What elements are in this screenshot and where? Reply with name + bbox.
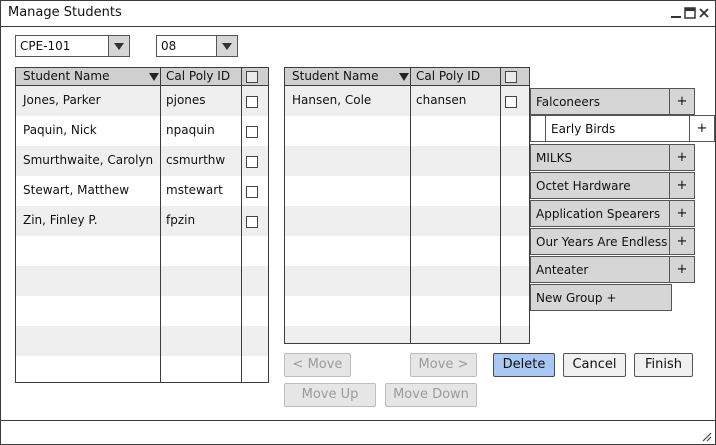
move-left-button[interactable]: < Move (284, 353, 351, 377)
table-row[interactable]: Stewart, Matthew mstewart (16, 176, 268, 206)
add-to-group-button[interactable]: + (669, 229, 694, 254)
add-to-group-button[interactable]: + (669, 89, 694, 114)
empty-row (285, 176, 529, 206)
group-item-octet-hardware[interactable]: Octet Hardware + (530, 172, 695, 199)
group-item-early-birds[interactable]: Early Birds + (530, 115, 715, 142)
finish-button[interactable]: Finish (634, 353, 693, 377)
header-cal-poly-id[interactable]: Cal Poly ID (166, 68, 230, 85)
empty-row (16, 266, 268, 296)
student-id-cell: chansen (416, 93, 467, 107)
group-members-table: Hansen, Cole chansen Student Name Cal Po… (284, 67, 530, 344)
group-item-our-years-are-endless[interactable]: Our Years Are Endless + (530, 228, 695, 255)
row-checkbox[interactable] (246, 186, 258, 198)
student-name-cell: Paquin, Nick (23, 123, 97, 137)
table-header: Student Name Cal Poly ID (16, 68, 268, 86)
minimize-icon[interactable] (670, 7, 682, 19)
add-to-group-button[interactable]: + (669, 173, 694, 198)
group-label: MILKS (536, 151, 573, 165)
header-student-name[interactable]: Student Name (23, 68, 109, 85)
empty-row (285, 266, 529, 296)
student-id-cell: npaquin (166, 123, 215, 137)
group-label: Octet Hardware (536, 179, 631, 193)
select-all-checkbox[interactable] (505, 71, 517, 83)
move-up-button[interactable]: Move Up (284, 383, 376, 407)
section-select[interactable]: 08 (156, 35, 238, 57)
empty-row (16, 356, 268, 382)
empty-row (285, 236, 529, 266)
student-name-cell: Stewart, Matthew (23, 183, 130, 197)
add-to-group-button[interactable]: + (669, 257, 694, 282)
table-row[interactable]: Hansen, Cole chansen (285, 86, 529, 116)
move-down-button[interactable]: Move Down (385, 383, 477, 407)
move-right-button[interactable]: Move > (410, 353, 477, 377)
close-icon[interactable] (698, 7, 710, 19)
row-checkbox[interactable] (246, 96, 258, 108)
empty-row (285, 116, 529, 146)
sort-desc-icon[interactable] (149, 73, 159, 81)
student-name-cell: Jones, Parker (23, 93, 101, 107)
group-label: Anteater (536, 263, 589, 277)
new-group-label: New Group + (536, 291, 617, 305)
cancel-button[interactable]: Cancel (563, 353, 626, 377)
empty-row (285, 326, 529, 343)
sort-desc-icon[interactable] (399, 73, 409, 81)
chevron-down-icon[interactable] (108, 36, 129, 56)
header-cal-poly-id[interactable]: Cal Poly ID (416, 68, 480, 85)
column-divider (241, 68, 242, 382)
maximize-icon[interactable] (684, 7, 696, 19)
table-row[interactable]: Zin, Finley P. fpzin (16, 206, 268, 236)
student-name-cell: Smurthwaite, Carolyn (23, 153, 154, 167)
course-select-value: CPE-101 (20, 39, 71, 53)
group-label: Our Years Are Endless (536, 235, 668, 249)
column-divider (500, 68, 501, 343)
add-to-group-button[interactable]: + (689, 116, 714, 141)
column-divider (410, 68, 411, 343)
manage-students-window: Manage Students CPE-101 08 Jones, Parker… (0, 0, 716, 445)
table-header: Student Name Cal Poly ID (285, 68, 529, 86)
row-checkbox[interactable] (246, 216, 258, 228)
table-row[interactable]: Paquin, Nick npaquin (16, 116, 268, 146)
table-row[interactable]: Smurthwaite, Carolyn csmurthw (16, 146, 268, 176)
new-group-button[interactable]: New Group + (530, 284, 672, 311)
add-to-group-button[interactable]: + (669, 145, 694, 170)
group-label: Application Spearers (536, 207, 661, 221)
group-label: Early Birds (551, 122, 616, 136)
header-student-name[interactable]: Student Name (292, 68, 378, 85)
available-students-table: Jones, Parker pjones Paquin, Nick npaqui… (15, 67, 269, 383)
group-label: Falconeers (536, 95, 600, 109)
subgroup-indent (545, 116, 546, 141)
row-checkbox[interactable] (505, 96, 517, 108)
group-item-falconeers[interactable]: Falconeers + (530, 88, 695, 115)
empty-row (16, 296, 268, 326)
title-bar: Manage Students (1, 1, 715, 27)
student-id-cell: mstewart (166, 183, 223, 197)
row-checkbox[interactable] (246, 126, 258, 138)
delete-button[interactable]: Delete (493, 353, 555, 377)
student-id-cell: fpzin (166, 213, 196, 227)
section-select-value: 08 (161, 39, 177, 53)
empty-row (16, 236, 268, 266)
row-checkbox[interactable] (246, 156, 258, 168)
chevron-down-icon[interactable] (216, 36, 237, 56)
group-item-application-spearers[interactable]: Application Spearers + (530, 200, 695, 227)
empty-row (16, 326, 268, 356)
course-select[interactable]: CPE-101 (15, 35, 130, 57)
student-id-cell: csmurthw (166, 153, 226, 167)
group-item-anteater[interactable]: Anteater + (530, 256, 695, 283)
table-row[interactable]: Jones, Parker pjones (16, 86, 268, 116)
add-to-group-button[interactable]: + (669, 201, 694, 226)
empty-row (285, 146, 529, 176)
select-all-checkbox[interactable] (246, 71, 258, 83)
status-bar (1, 420, 715, 445)
student-name-cell: Zin, Finley P. (23, 213, 98, 227)
student-id-cell: pjones (166, 93, 206, 107)
window-title: Manage Students (8, 5, 122, 20)
column-divider (160, 68, 161, 382)
student-name-cell: Hansen, Cole (292, 93, 372, 107)
resize-grip-icon[interactable] (702, 432, 712, 442)
empty-row (285, 296, 529, 326)
group-item-milks[interactable]: MILKS + (530, 144, 695, 171)
empty-row (285, 206, 529, 236)
